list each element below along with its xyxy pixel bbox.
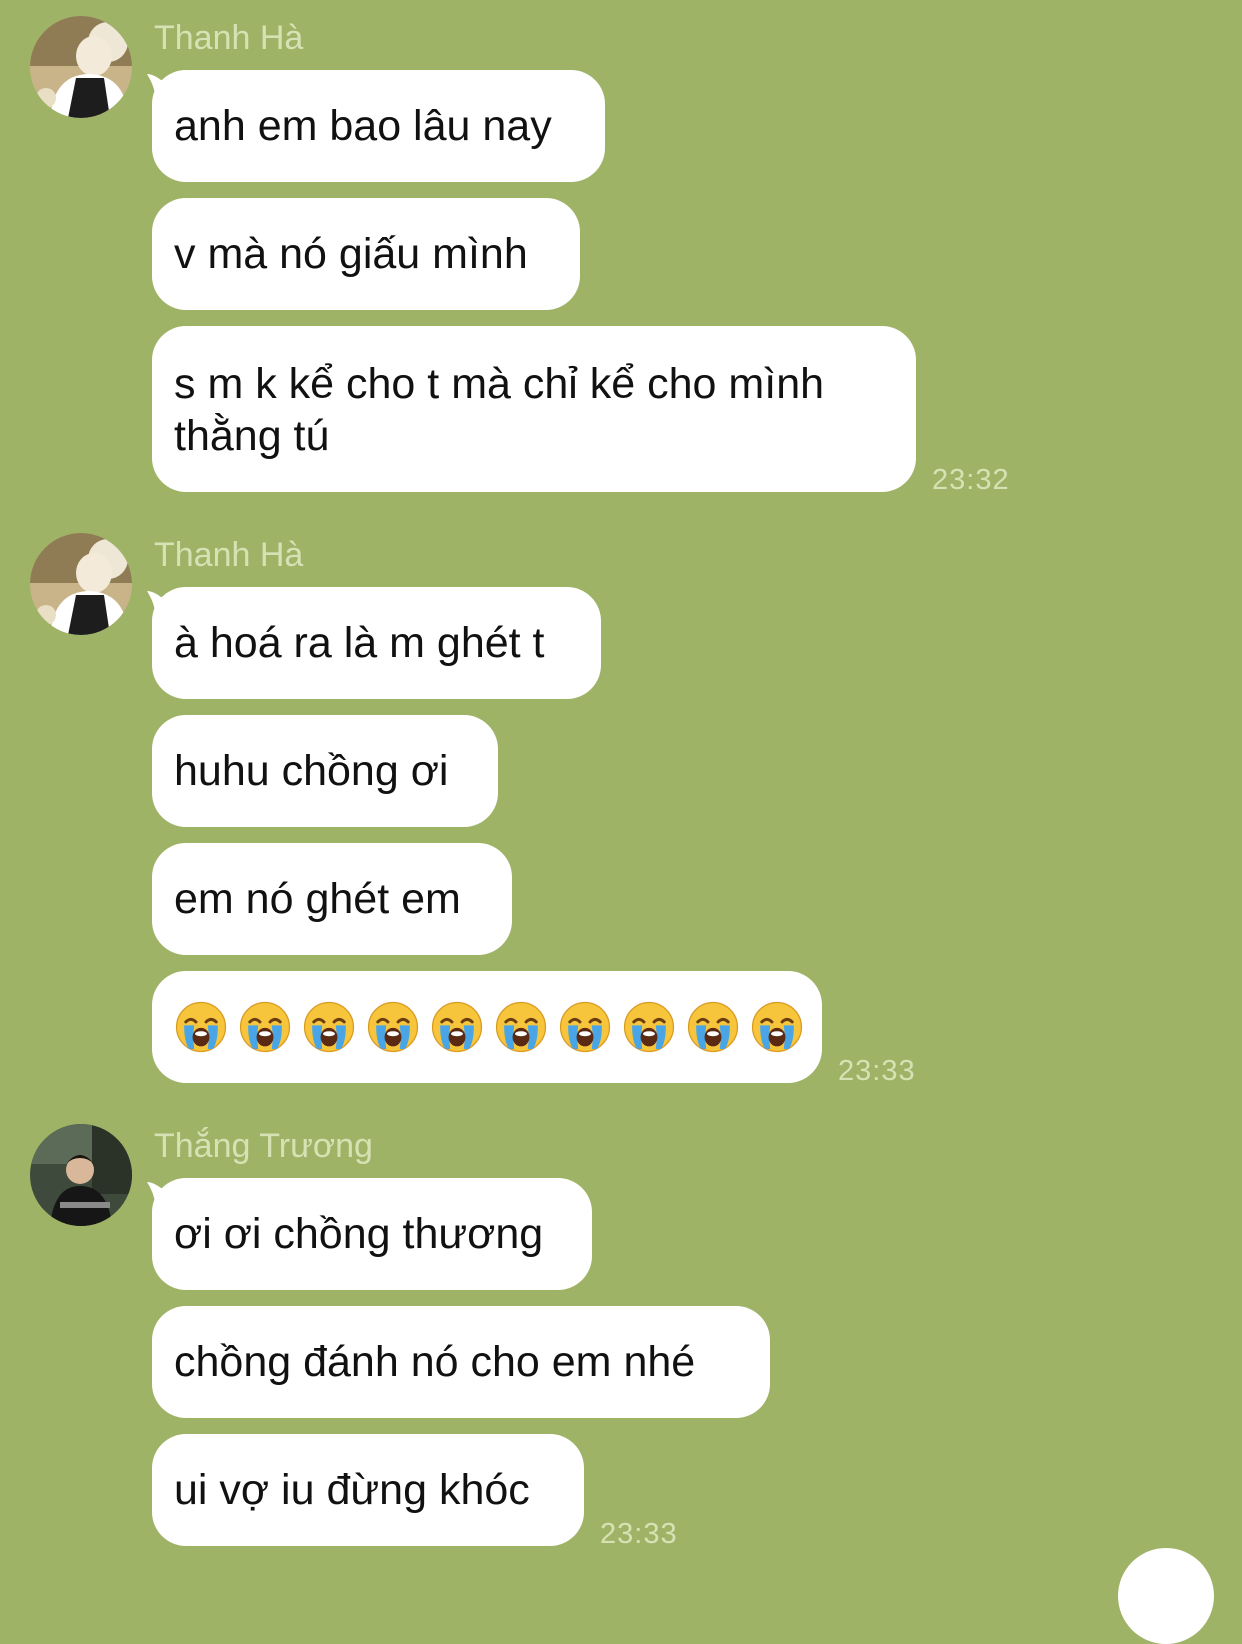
message-timestamp: 23:33 <box>600 1518 678 1550</box>
message-text: em nó ghét em <box>174 875 461 923</box>
emoji-row <box>174 1000 804 1054</box>
message-text: à hoá ra là m ghét t <box>174 619 545 667</box>
message-bubble[interactable]: huhu chồng ơi <box>152 715 498 827</box>
loudly-crying-face-icon <box>750 1000 804 1054</box>
loudly-crying-face-icon <box>622 1000 676 1054</box>
avatar-thang-truong[interactable] <box>30 1124 132 1226</box>
loudly-crying-face-icon <box>430 1000 484 1054</box>
loudly-crying-face-icon <box>686 1000 740 1054</box>
message-bubble[interactable]: à hoá ra là m ghét t <box>152 587 601 699</box>
message-bubble[interactable]: ơi ơi chồng thương <box>152 1178 592 1290</box>
loudly-crying-face-icon <box>174 1000 228 1054</box>
message-bubble[interactable]: s m k kể cho t mà chỉ kể cho mình thằng … <box>152 326 916 492</box>
message-bubble[interactable]: v mà nó giấu mình <box>152 198 580 310</box>
avatar-thanh-ha[interactable] <box>30 533 132 635</box>
loudly-crying-face-icon <box>238 1000 292 1054</box>
loudly-crying-face-icon <box>366 1000 420 1054</box>
message-bubble[interactable]: em nó ghét em <box>152 843 512 955</box>
sender-name: Thanh Hà <box>154 19 304 57</box>
message-bubble[interactable]: anh em bao lâu nay <box>152 70 605 182</box>
message-text: ơi ơi chồng thương <box>174 1210 544 1258</box>
message-text: s m k kể cho t mà chỉ kể cho mình thằng … <box>174 360 825 460</box>
sender-name: Thắng Trương <box>154 1127 373 1165</box>
message-timestamp: 23:32 <box>932 464 1010 496</box>
message-bubble[interactable]: chồng đánh nó cho em nhé <box>152 1306 770 1418</box>
message-text: ui vợ iu đừng khóc <box>174 1466 530 1514</box>
loudly-crying-face-icon <box>558 1000 612 1054</box>
loudly-crying-face-icon <box>494 1000 548 1054</box>
message-text: anh em bao lâu nay <box>174 102 552 150</box>
message-bubble[interactable]: ui vợ iu đừng khóc <box>152 1434 584 1546</box>
scroll-to-bottom-button[interactable] <box>1118 1548 1214 1644</box>
sender-name: Thanh Hà <box>154 536 304 574</box>
message-text: chồng đánh nó cho em nhé <box>174 1338 696 1386</box>
message-timestamp: 23:33 <box>838 1055 916 1087</box>
loudly-crying-face-icon <box>302 1000 356 1054</box>
message-text: v mà nó giấu mình <box>174 230 528 278</box>
emoji-message-bubble[interactable] <box>152 971 822 1083</box>
avatar-thanh-ha[interactable] <box>30 16 132 118</box>
message-text: huhu chồng ơi <box>174 747 449 795</box>
